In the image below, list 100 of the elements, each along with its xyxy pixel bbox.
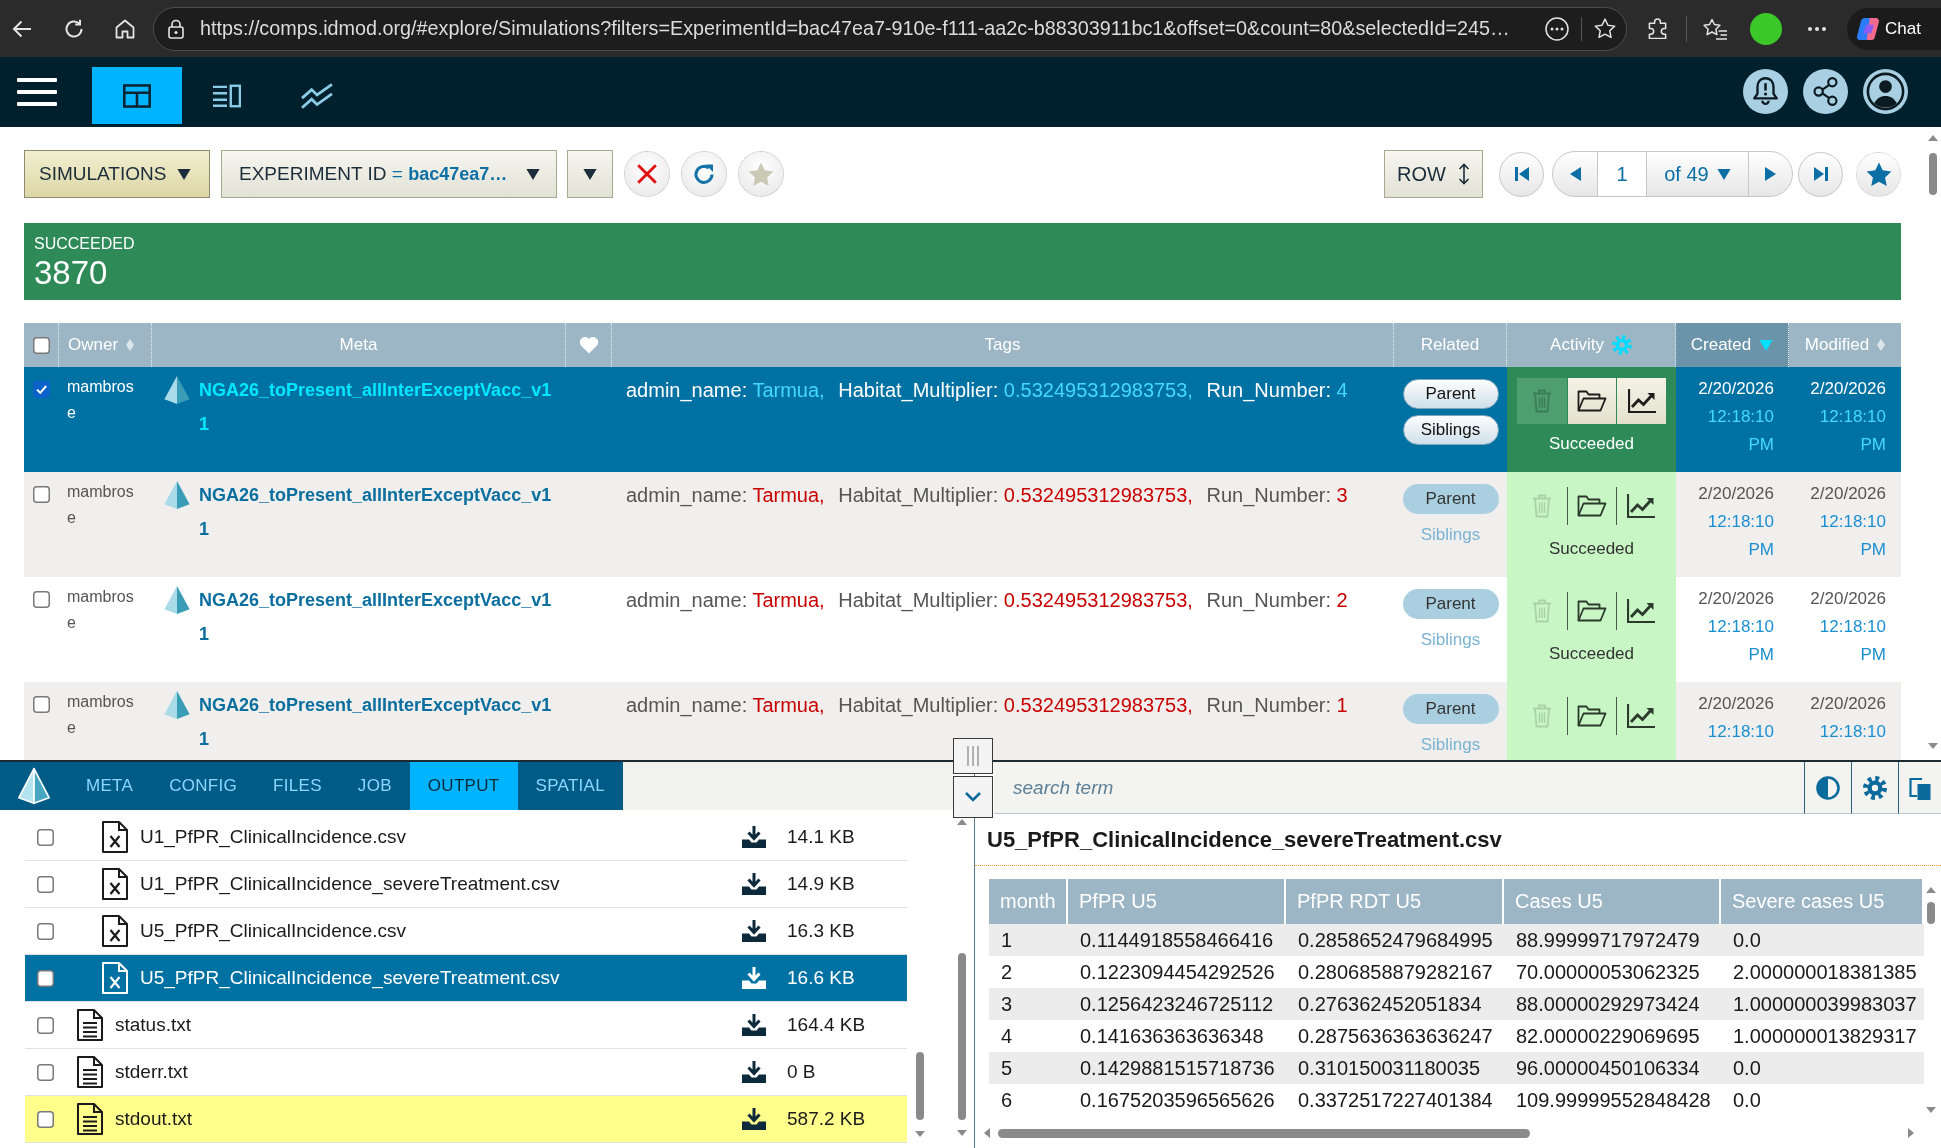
table-row[interactable]: mambrose NGA26_toPresent_allInterExceptVacc_v11 admin_name: Tarmua, Habitat_Multiplier: 0.532495312983753, Run_Number: 1 Parent Siblings 2/20/2026 12:18:10 2/20/2026 12:18:10 (24, 682, 1901, 760)
lock-icon[interactable] (168, 18, 184, 39)
scrollbar-thumb[interactable] (998, 1128, 1530, 1138)
scrollbar-thumb[interactable] (915, 1052, 924, 1120)
scroll-down-icon[interactable] (1926, 1107, 1936, 1113)
tab[interactable]: FILES (255, 762, 340, 810)
related-button[interactable]: Parent (1402, 589, 1499, 619)
reload-icon[interactable] (64, 18, 84, 39)
column-header: PfPR U5 (1068, 879, 1286, 924)
tab[interactable]: CONFIG (151, 762, 256, 810)
x-file-icon (102, 868, 128, 900)
scroll-down-icon[interactable] (1928, 743, 1938, 749)
scroll-up-icon[interactable] (1926, 887, 1936, 893)
home-icon[interactable] (115, 18, 135, 39)
download-icon[interactable] (742, 873, 766, 895)
filter-dropdown[interactable]: EXPERIMENT ID = bac47ea7… (221, 150, 557, 198)
page-field[interactable]: 1 (1597, 152, 1647, 196)
files-button[interactable] (1566, 378, 1617, 424)
favorites-icon[interactable] (1703, 17, 1727, 40)
tab[interactable]: SPATIAL (517, 762, 623, 810)
scrollbar-thumb[interactable] (958, 953, 966, 1120)
last-page-button[interactable] (1798, 151, 1843, 197)
page-count-dropdown[interactable]: of 49 (1647, 152, 1749, 196)
checkbox[interactable] (33, 696, 50, 713)
table-cell-text: 0.3372517227401384 (1297, 1088, 1494, 1113)
puzzle-icon[interactable] (1647, 18, 1668, 39)
time-text: 12:18:10 PM (1818, 406, 1886, 456)
file-row[interactable]: stdout.txt 587.2 KB (25, 1096, 907, 1143)
table-cell: 88.00000292973424 (1504, 988, 1721, 1020)
related-button[interactable]: Parent (1402, 484, 1499, 514)
bell-icon[interactable] (1743, 69, 1788, 114)
favorites-button[interactable] (1856, 151, 1901, 197)
checkbox[interactable] (37, 875, 54, 893)
scroll-down-icon[interactable] (914, 1131, 925, 1137)
checkbox[interactable] (37, 828, 54, 846)
download-icon[interactable] (742, 1014, 766, 1036)
table-cell-text: 2.000000018381385 (1732, 960, 1918, 985)
simulation-link[interactable]: NGA26_toPresent_allInterExceptVacc_v11 (199, 478, 559, 546)
simulation-link[interactable]: NGA26_toPresent_allInterExceptVacc_v11 (199, 688, 559, 756)
search-field[interactable]: search term (994, 762, 1804, 814)
download-icon[interactable] (742, 1061, 766, 1083)
download-icon[interactable] (742, 920, 766, 942)
settings-icon[interactable] (1863, 775, 1887, 800)
copy-icon[interactable] (1909, 775, 1931, 800)
scroll-left-icon[interactable] (984, 1128, 990, 1138)
checkbox[interactable] (33, 486, 50, 503)
file-row[interactable]: status.txt 164.4 KB (25, 1002, 907, 1049)
view-tab[interactable] (92, 67, 182, 124)
chart-button[interactable] (1616, 378, 1666, 424)
checkbox[interactable] (37, 1110, 54, 1128)
checkbox[interactable] (37, 1016, 54, 1034)
chat-button[interactable]: Chat (1847, 7, 1941, 50)
tab[interactable]: JOB (339, 762, 410, 810)
scrollbar-thumb[interactable] (1927, 902, 1935, 924)
scrollbar-thumb[interactable] (1929, 153, 1937, 195)
scroll-down-icon[interactable] (957, 1130, 967, 1136)
related-button[interactable]: Parent (1402, 379, 1499, 409)
more-icon[interactable] (1808, 26, 1826, 31)
related-button[interactable]: Siblings (1402, 415, 1499, 445)
table-row[interactable]: mambrose NGA26_toPresent_allInterExceptVacc_v11 admin_name: Tarmua, Habitat_Multiplier: 0.532495312983753, Run_Number: 3 Parent Siblings Succeeded 2/20/2026 12:18:10 PM 2/20/2026 12:18:10 PM (24, 472, 1901, 577)
checkbox[interactable] (37, 969, 54, 987)
file-row[interactable]: U1_PfPR_ClinicalIncidence_severeTreatment.csv 14.9 KB (25, 861, 907, 908)
file-row[interactable]: U1_PfPR_ClinicalIncidence.csv 14.1 KB (25, 814, 907, 861)
contrast-icon[interactable] (1816, 775, 1840, 800)
download-icon[interactable] (742, 1108, 766, 1130)
dropdown-button[interactable] (567, 150, 613, 198)
checkbox[interactable] (33, 336, 50, 354)
avatar[interactable] (1750, 12, 1782, 45)
checkbox[interactable] (37, 922, 54, 940)
ellipsis-icon[interactable] (1545, 16, 1569, 41)
scroll-up-icon[interactable] (1928, 135, 1938, 141)
checkbox[interactable] (37, 1063, 54, 1081)
download-icon[interactable] (742, 826, 766, 848)
tab[interactable]: OUTPUT (409, 762, 518, 810)
close-icon (636, 163, 658, 185)
share-icon[interactable] (1803, 69, 1848, 114)
collapse-button[interactable] (953, 776, 993, 818)
table-row[interactable]: mambrose NGA26_toPresent_allInterExceptVacc_v11 admin_name: Tarmua, Habitat_Multiplier: 0.532495312983753, Run_Number: 4 Parent Siblings Succeeded 2/20/2026 12:18:10 PM 2/20/2026 12:18:10 PM (24, 367, 1901, 472)
address-bar[interactable]: https://comps.idmod.org/#explore/Simulations?filters=ExperimentId=bac47ea7-910e-f111-aa2c-b88303911bc1&offset=0&count=80&selectedId=245… (153, 6, 1627, 51)
back-icon[interactable] (12, 19, 32, 38)
simulation-link[interactable]: NGA26_toPresent_allInterExceptVacc_v11 (199, 583, 559, 651)
user-icon[interactable] (1863, 69, 1908, 114)
row-toggle-button[interactable]: ROW (1384, 150, 1483, 198)
entity-dropdown[interactable]: SIMULATIONS (24, 150, 210, 198)
table-cell-text: 0.1223094454292526 (1079, 960, 1276, 985)
tag-text: Run_Number: 2 (1206, 589, 1348, 611)
tab[interactable]: META (68, 762, 152, 810)
menu-icon[interactable] (17, 78, 57, 106)
related-button[interactable]: Parent (1402, 694, 1499, 724)
star-icon[interactable] (1594, 18, 1616, 39)
simulation-link[interactable]: NGA26_toPresent_allInterExceptVacc_v11 (199, 373, 559, 441)
file-row[interactable]: U5_PfPR_ClinicalIncidence_severeTreatment.csv 16.6 KB (25, 955, 907, 1002)
first-page-button[interactable] (1499, 151, 1544, 197)
file-size: 14.1 KB (787, 826, 856, 848)
checkbox[interactable] (33, 591, 50, 608)
resize-handle[interactable] (953, 738, 993, 774)
clear-button[interactable] (624, 151, 670, 197)
checkbox[interactable] (33, 381, 50, 398)
scroll-right-icon[interactable] (1908, 1128, 1914, 1138)
refresh-button[interactable] (681, 151, 727, 197)
